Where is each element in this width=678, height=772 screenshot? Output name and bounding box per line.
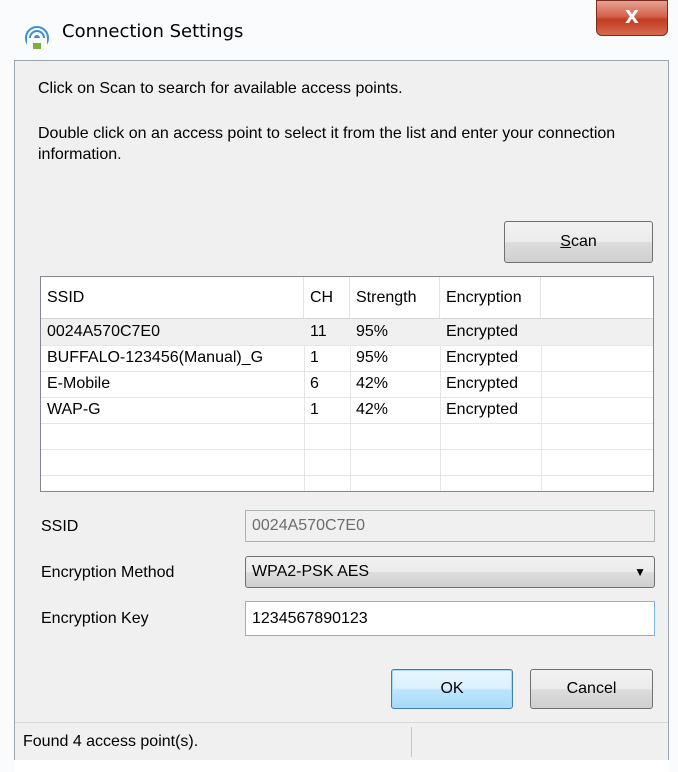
row-ssid: WAP-G <box>47 401 101 418</box>
wifi-icon <box>25 26 49 50</box>
row-encryption: Encrypted <box>446 375 519 392</box>
column-header-strength[interactable]: Strength <box>350 277 440 318</box>
cancel-button[interactable]: Cancel <box>530 669 653 709</box>
row-strength: 95% <box>356 349 389 366</box>
connection-settings-window: Connection Settings X Click on Scan to s… <box>0 0 678 772</box>
select-instruction-text: Double click on an access point to selec… <box>38 125 616 163</box>
row-ssid: BUFFALO-123456(Manual)_G <box>47 349 264 366</box>
status-bar: Found 4 access point(s). <box>15 722 668 760</box>
list-row-wap-g[interactable]: WAP-G 1 42% Encrypted <box>41 397 653 423</box>
row-encryption: Encrypted <box>446 349 519 366</box>
row-strength: 42% <box>356 401 389 418</box>
scan-button-mnemonic: S <box>560 233 571 250</box>
grid-divider <box>41 449 653 450</box>
dropdown-arrow-icon[interactable]: ▼ <box>634 557 646 587</box>
row-channel: 11 <box>310 323 327 340</box>
scan-button-label: can <box>570 233 597 250</box>
scan-instruction-text: Click on Scan to search for available ac… <box>38 80 403 97</box>
encryption-method-value: WPA2-PSK AES <box>252 563 370 580</box>
encryption-method-label: Encryption Method <box>41 564 175 581</box>
row-strength: 42% <box>356 375 389 392</box>
status-bar-divider <box>411 727 412 757</box>
row-encryption: Encrypted <box>446 401 519 418</box>
title-bar[interactable]: Connection Settings X <box>0 0 678 60</box>
row-strength: 95% <box>356 323 389 340</box>
column-header-ch[interactable]: CH <box>304 277 350 318</box>
ssid-field[interactable]: 0024A570C7E0 <box>245 510 655 542</box>
row-ssid: 0024A570C7E0 <box>47 323 160 340</box>
list-header: SSID CH Strength Encryption <box>41 277 653 319</box>
column-header-encryption[interactable]: Encryption <box>440 277 541 318</box>
list-row-e-mobile[interactable]: E-Mobile 6 42% Encrypted <box>41 371 653 397</box>
grid-divider <box>41 475 653 476</box>
list-row-0024A570C7E0[interactable]: 0024A570C7E0 11 95% Encrypted <box>41 319 653 345</box>
scan-button[interactable]: Scan <box>504 221 653 263</box>
row-channel: 1 <box>310 349 319 366</box>
window-frame-left <box>0 60 14 772</box>
window-frame-right <box>669 60 678 772</box>
column-header-ssid[interactable]: SSID <box>41 277 304 318</box>
ssid-label: SSID <box>41 518 79 535</box>
ok-button[interactable]: OK <box>391 669 513 709</box>
list-row-buffalo[interactable]: BUFFALO-123456(Manual)_G 1 95% Encrypted <box>41 345 653 371</box>
encryption-key-label: Encryption Key <box>41 610 149 627</box>
grid-divider <box>41 423 653 424</box>
access-point-list[interactable]: SSID CH Strength Encryption 0024A570C7E0… <box>40 276 654 492</box>
row-channel: 6 <box>310 375 319 392</box>
encryption-method-select[interactable]: WPA2-PSK AES ▼ <box>245 556 655 588</box>
window-title: Connection Settings <box>62 21 244 42</box>
status-text: Found 4 access point(s). <box>23 733 199 750</box>
row-channel: 1 <box>310 401 319 418</box>
encryption-key-field[interactable]: 1234567890123 <box>245 601 655 636</box>
close-button[interactable]: X <box>596 0 668 36</box>
row-ssid: E-Mobile <box>47 375 111 392</box>
row-encryption: Encrypted <box>446 323 519 340</box>
